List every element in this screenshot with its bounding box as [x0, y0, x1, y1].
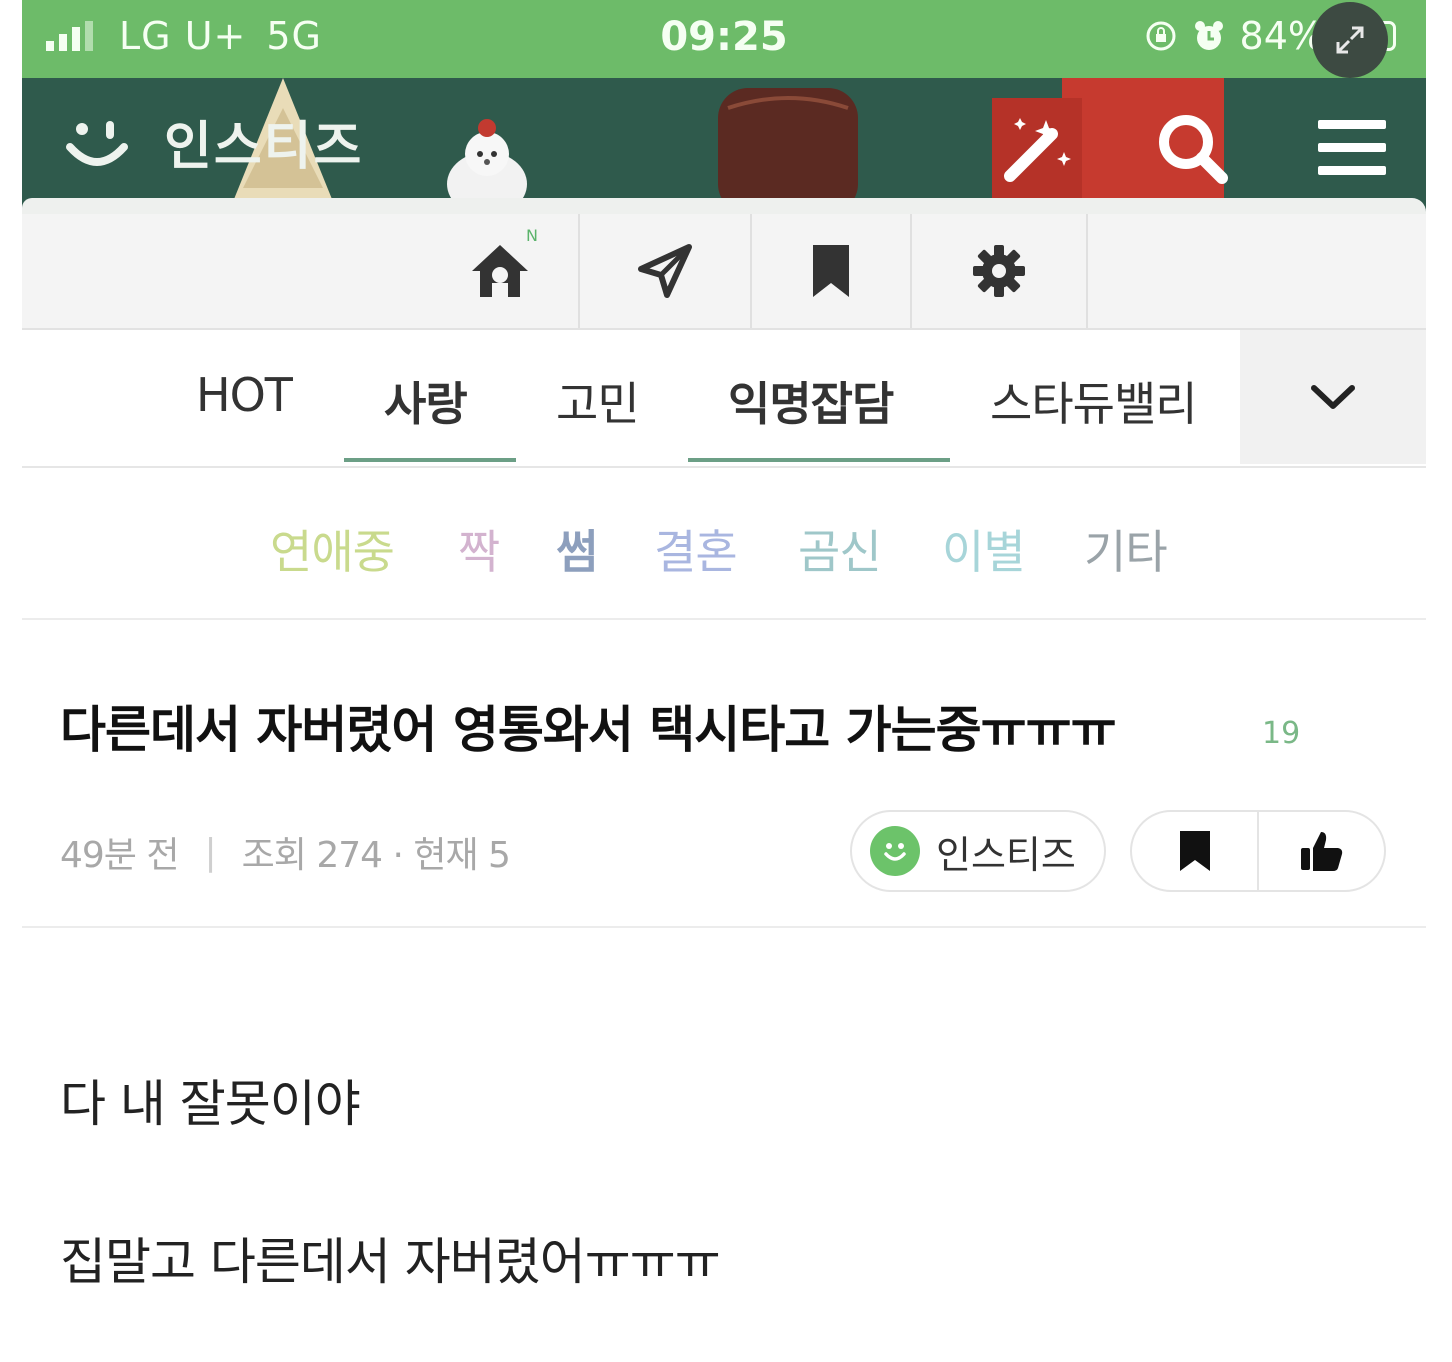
subtab-military-gf[interactable]: 곰신 [798, 516, 882, 582]
app-header: 인스티즈 [22, 78, 1426, 214]
bookmark-button[interactable] [752, 214, 910, 328]
toolbar-divider [1086, 214, 1088, 328]
post-body-line: 집말고 다른데서 자버렸어ㅠㅠㅠ [60, 1233, 721, 1291]
home-button[interactable]: N [422, 214, 578, 328]
category-tabs: HOT 사랑 고민 익명잡담 스타듀밸리 [22, 330, 1426, 468]
settings-button[interactable] [912, 214, 1086, 328]
post-time: 49분 전 [60, 835, 179, 876]
home-icon [472, 245, 528, 297]
thumbs-up-icon [1300, 832, 1342, 871]
like-button[interactable] [1259, 812, 1384, 890]
tab-love[interactable]: 사랑 [384, 368, 468, 434]
tab-hot[interactable]: HOT [196, 368, 293, 422]
bookmark-icon [1179, 831, 1210, 871]
author-name: 인스티즈 [936, 832, 1076, 877]
quick-toolbar: N [22, 214, 1426, 330]
expand-icon[interactable] [1312, 2, 1388, 78]
app-page: LG U+ 5G 09:25 84% 인스티즈 N HOT 사랑 고민 익명잡담… [22, 0, 1426, 1362]
subtab-crush[interactable]: 짝 [458, 516, 500, 582]
sub-category-tabs: 연애중 짝 썸 결혼 곰신 이별 기타 [22, 468, 1426, 620]
comment-count[interactable]: 19 [1262, 716, 1300, 751]
gift-bag-decoration [718, 88, 858, 214]
search-icon[interactable] [1150, 106, 1234, 190]
tab-anonymous-underline [688, 458, 950, 462]
app-name: 인스티즈 [164, 117, 364, 177]
subtab-breakup[interactable]: 이별 [942, 516, 1026, 582]
post-divider [22, 926, 1426, 928]
rotation-lock-icon [1146, 21, 1176, 51]
menu-icon[interactable] [1310, 106, 1394, 190]
magic-wand-icon[interactable] [994, 106, 1078, 190]
post-views: 조회 274 · 현재 5 [241, 835, 511, 876]
tab-stardew-valley[interactable]: 스타듀밸리 [990, 368, 1212, 434]
meta-separator: | [204, 831, 217, 873]
bookmark-icon [813, 245, 849, 297]
settings-icon [973, 245, 1025, 297]
alarm-icon [1194, 21, 1223, 50]
subtab-some[interactable]: 썸 [556, 516, 598, 582]
tab-love-underline [344, 458, 516, 462]
subtab-marriage[interactable]: 결혼 [654, 516, 738, 582]
send-icon [638, 244, 692, 298]
smile-logo-icon [62, 107, 132, 177]
subtab-etc[interactable]: 기타 [1084, 516, 1168, 582]
category-expand-button[interactable] [1240, 330, 1426, 464]
author-pill[interactable]: 인스티즈 [850, 810, 1106, 892]
subtab-dating[interactable]: 연애중 [270, 516, 395, 582]
post-meta: 49분 전 | 조회 274 · 현재 5 [60, 826, 511, 878]
send-button[interactable] [580, 214, 750, 328]
home-new-badge: N [526, 226, 538, 245]
chevron-down-icon [1311, 385, 1355, 409]
snow-edge-decoration [22, 198, 1426, 214]
status-bar: LG U+ 5G 09:25 84% [22, 0, 1426, 78]
app-logo[interactable]: 인스티즈 [62, 104, 363, 179]
author-avatar-icon [870, 826, 920, 876]
tab-anonymous-chat[interactable]: 익명잡담 [728, 368, 894, 434]
post-actions [1130, 810, 1386, 892]
post-title: 다른데서 자버렸어 영통와서 택시타고 가는중ㅠㅠㅠ [60, 701, 1117, 759]
scrap-button[interactable] [1132, 812, 1257, 890]
tab-worry[interactable]: 고민 [556, 368, 640, 434]
post-body-line: 다 내 잘못이야 [60, 1075, 361, 1133]
